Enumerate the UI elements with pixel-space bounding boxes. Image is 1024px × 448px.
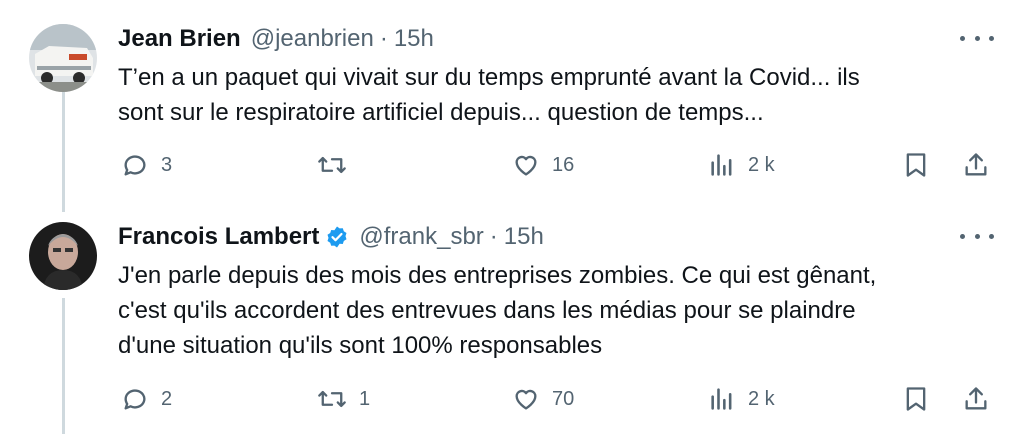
tweet-text-line: sont sur le respiratoire artificiel depu… [118,99,764,126]
tweet-francois-lambert[interactable]: Francois Lambert @frank_sbr · 15h J'en p… [0,222,1024,422]
timestamp[interactable]: 15h [504,223,544,251]
reply-button[interactable]: 3 [121,150,172,180]
share-icon [965,387,987,410]
tweet-jean-brien[interactable]: Jean Brien @jeanbrien · 15h T’en a un pa… [0,24,1024,194]
share-button[interactable] [962,150,990,180]
action-bar: 3 16 2 k [0,150,1024,180]
action-bar: 2 1 70 2 k [0,384,1024,414]
author-name[interactable]: Francois Lambert [118,223,319,251]
author-handle[interactable]: @frank_sbr [359,223,483,251]
tweet-text-line: d'une situation qu'ils sont 100% respons… [118,332,603,359]
more-icon[interactable] [960,224,994,248]
share-icon [965,153,987,176]
author-handle[interactable]: @jeanbrien [251,25,374,53]
bookmark-icon [906,153,926,177]
share-button[interactable] [962,384,990,414]
retweet-button[interactable] [317,150,359,180]
tweet-text-line: T’en a un paquet qui vivait sur du temps… [118,64,860,91]
reply-count: 3 [161,153,173,176]
reply-icon [124,155,146,176]
retweet-button[interactable]: 1 [317,384,370,414]
retweet-count: 1 [359,387,371,410]
like-icon [515,389,537,410]
timestamp[interactable]: 15h [394,25,434,53]
bookmark-icon [906,387,926,411]
like-icon [515,155,537,176]
separator-dot: · [489,223,498,250]
author-name[interactable]: Jean Brien [118,25,241,53]
bookmark-button[interactable] [903,150,929,180]
reply-button[interactable]: 2 [121,384,172,414]
tweet-header: Francois Lambert @frank_sbr · 15h [118,222,544,252]
verified-badge-icon [325,225,349,249]
tweet-text: J'en parle depuis des mois des entrepris… [118,258,988,363]
retweet-icon [318,156,346,174]
tweet-text-line: J'en parle depuis des mois des entrepris… [118,262,877,289]
tweet-text: T’en a un paquet qui vivait sur du temps… [118,60,988,130]
views-icon [711,154,732,176]
views-button[interactable]: 2 k [708,384,775,414]
reply-count: 2 [161,387,173,410]
avatar[interactable] [29,24,97,92]
like-button[interactable]: 16 [512,150,574,180]
tweet-header: Jean Brien @jeanbrien · 15h [118,24,434,54]
views-button[interactable]: 2 k [708,150,775,180]
separator-dot: · [379,25,388,52]
view-count: 2 k [748,387,775,410]
view-count: 2 k [748,153,775,176]
views-icon [711,388,732,410]
reply-icon [124,389,146,410]
more-icon[interactable] [960,26,994,50]
like-count: 16 [552,153,575,176]
like-button[interactable]: 70 [512,384,574,414]
like-count: 70 [552,387,575,410]
bookmark-button[interactable] [903,384,929,414]
tweet-text-line: c'est qu'ils accordent des entrevues dan… [118,297,856,324]
avatar[interactable] [29,222,97,290]
retweet-icon [318,390,346,408]
